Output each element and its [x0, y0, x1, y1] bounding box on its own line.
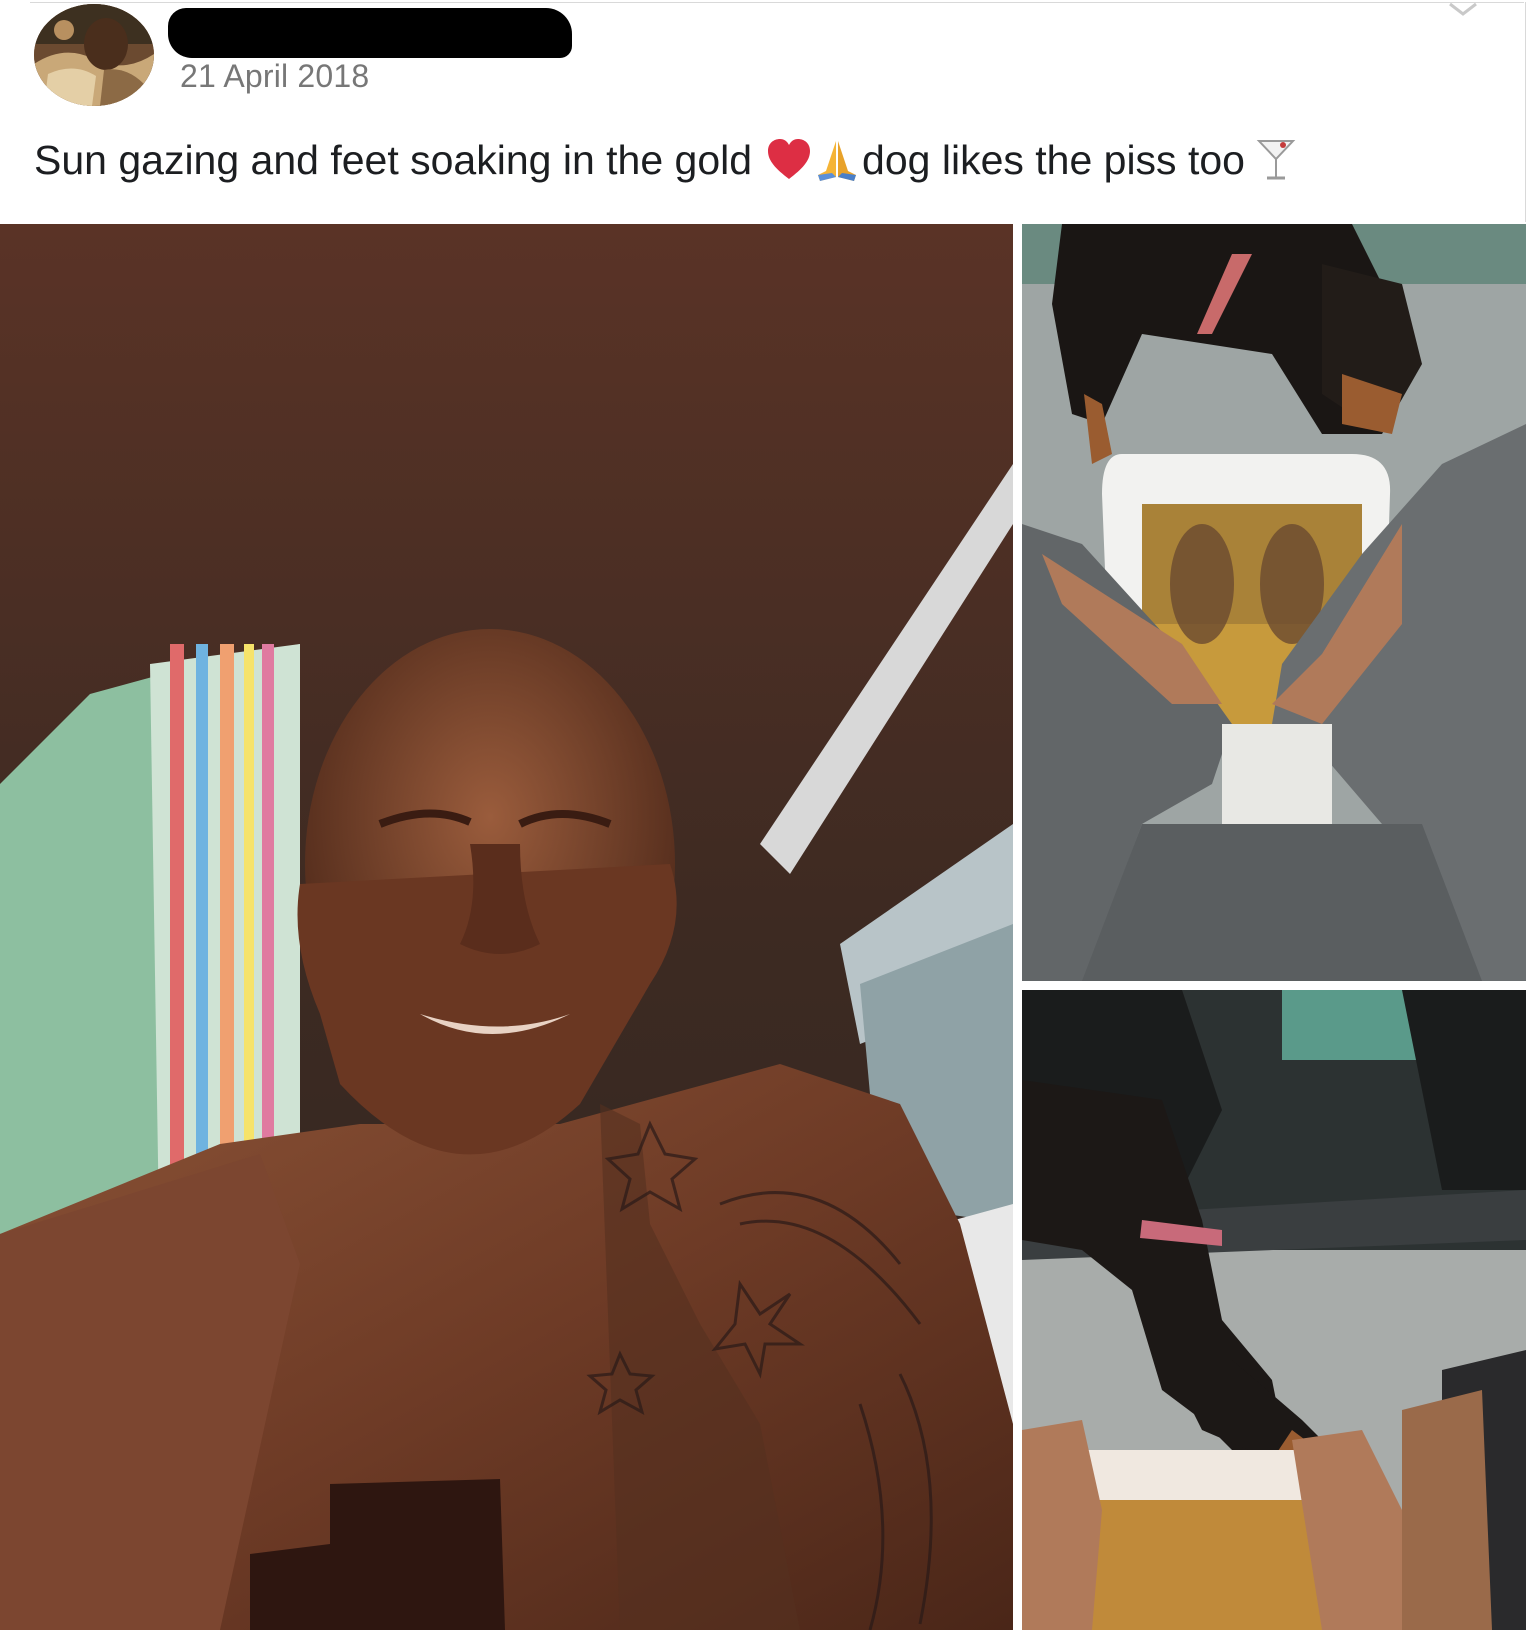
red-heart-icon: [766, 137, 812, 183]
post-date[interactable]: 21 April 2018: [180, 58, 369, 95]
facebook-post: 21 April 2018 Sun gazing and feet soakin…: [0, 0, 1528, 1630]
post-options-chevron-icon[interactable]: [1446, 0, 1480, 18]
photo-divider-vertical: [1013, 224, 1022, 1630]
photo-dog-at-tub[interactable]: [1022, 990, 1526, 1630]
photo-shirtless-selfie[interactable]: [0, 224, 1013, 1630]
post-caption: Sun gazing and feet soaking in the gold …: [34, 134, 1299, 186]
caption-text-part1: Sun gazing and feet soaking in the gold: [34, 136, 753, 183]
folded-hands-icon: [814, 137, 860, 183]
author-avatar[interactable]: [34, 4, 154, 106]
cocktail-glass-icon: [1253, 137, 1299, 183]
caption-text-part2: dog likes the piss too: [862, 136, 1245, 183]
photo-feet-soak-with-dog[interactable]: [1022, 224, 1526, 981]
author-name-redaction: [168, 8, 572, 58]
post-right-border: [1525, 2, 1526, 222]
post-top-border: [30, 2, 1524, 3]
photo-divider-horizontal: [1022, 981, 1526, 990]
